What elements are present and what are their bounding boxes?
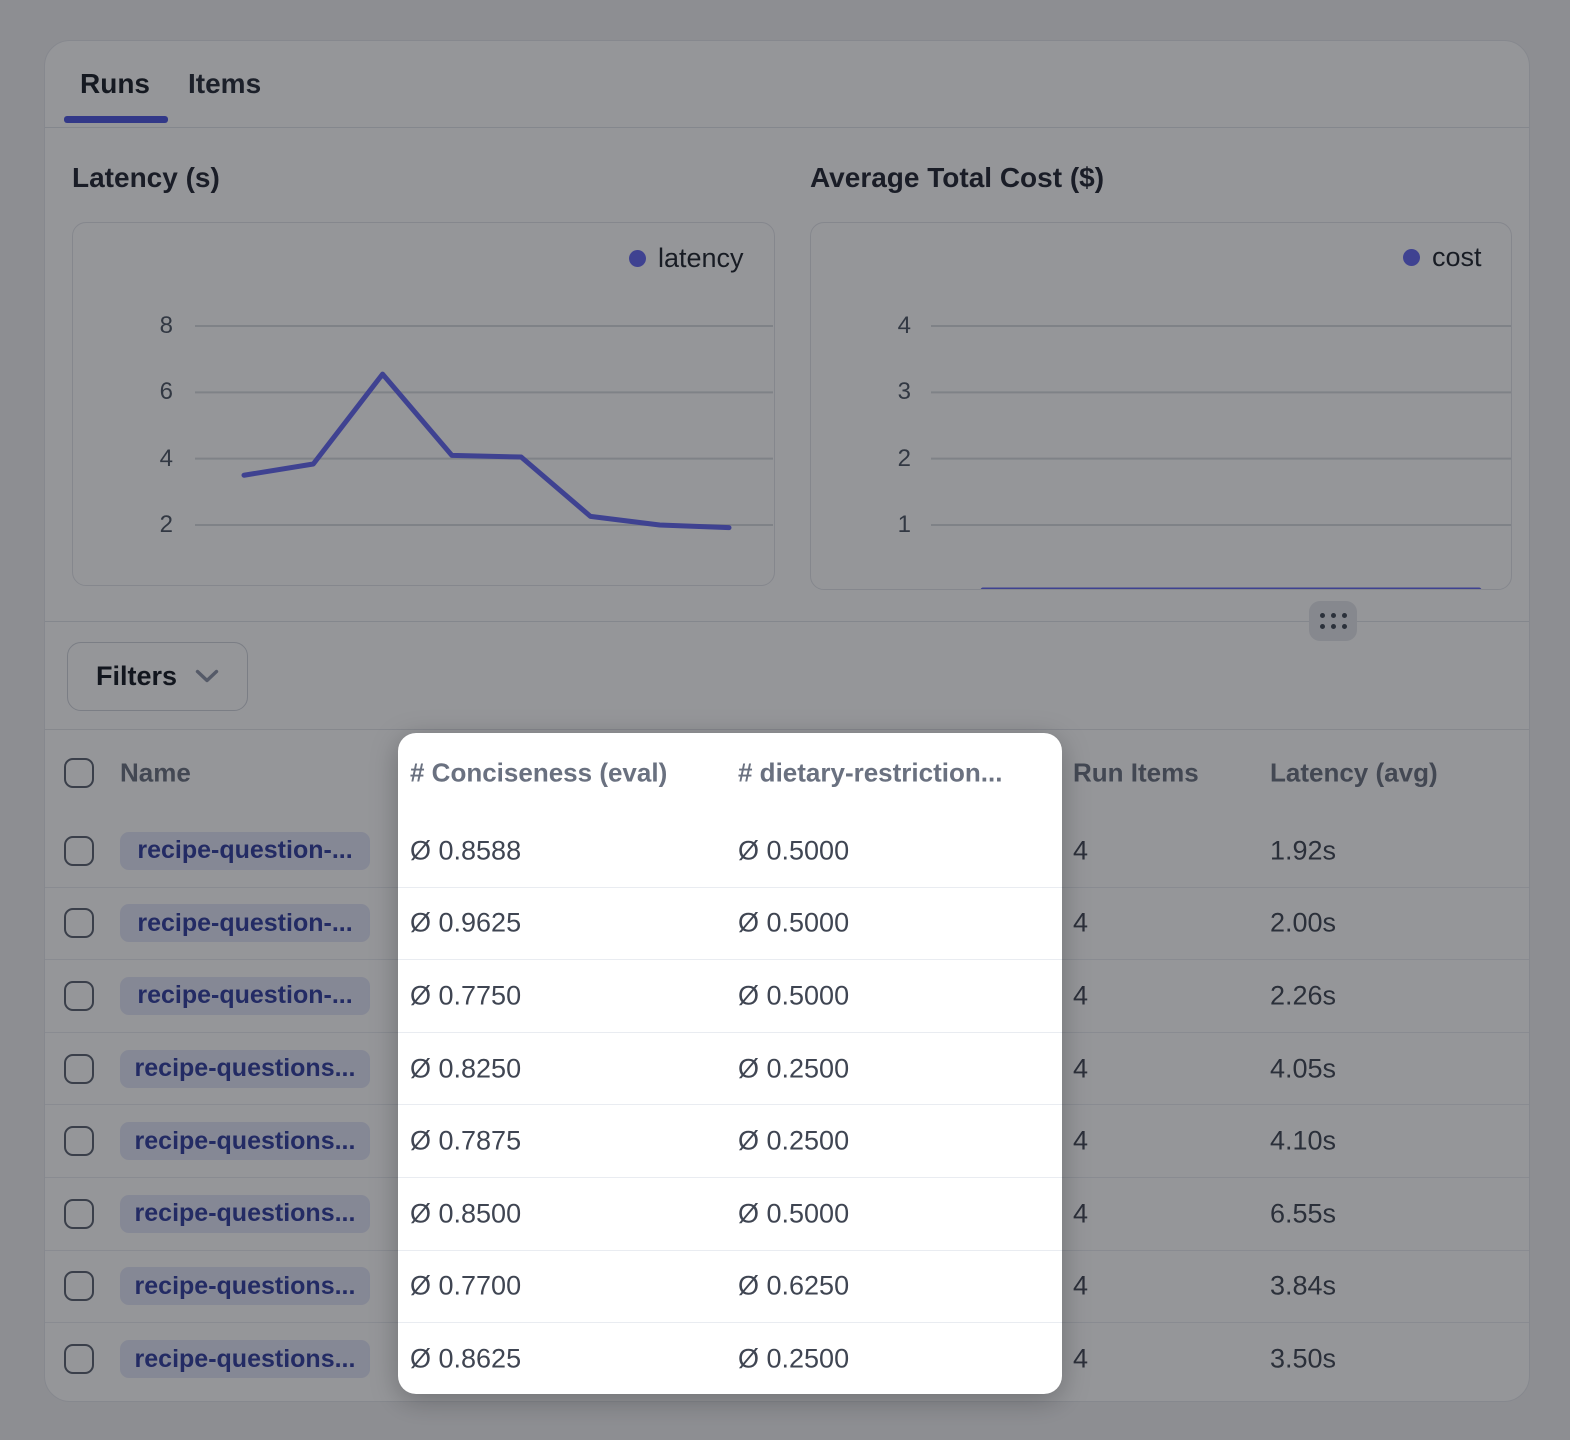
latency-value: 4.10s xyxy=(1270,1126,1336,1157)
filters-button-label: Filters xyxy=(96,661,177,692)
latency-value: 1.92s xyxy=(1270,835,1336,866)
run-items-value: 4 xyxy=(1073,835,1088,866)
run-name-badge[interactable]: recipe-questions... xyxy=(120,1195,370,1233)
run-name-badge[interactable]: recipe-questions... xyxy=(120,1050,370,1088)
table-row[interactable]: recipe-question-... Ø 0.9625 Ø 0.5000 4 … xyxy=(45,888,1529,961)
select-all-checkbox[interactable] xyxy=(64,758,94,788)
conciseness-value: Ø 0.8500 xyxy=(410,1198,521,1229)
conciseness-value: Ø 0.8625 xyxy=(410,1344,521,1375)
run-items-value: 4 xyxy=(1073,1198,1088,1229)
conciseness-value: Ø 0.8588 xyxy=(410,835,521,866)
panel-divider xyxy=(45,621,1529,622)
drag-handle[interactable] xyxy=(1309,601,1357,641)
table-row[interactable]: recipe-questions... Ø 0.8250 Ø 0.2500 4 … xyxy=(45,1033,1529,1106)
drag-dots-icon xyxy=(1320,613,1347,629)
row-checkbox[interactable] xyxy=(64,908,94,938)
run-items-value: 4 xyxy=(1073,1271,1088,1302)
row-checkbox[interactable] xyxy=(64,1126,94,1156)
dietary-value: Ø 0.5000 xyxy=(738,980,849,1011)
table-row[interactable]: recipe-questions... Ø 0.7875 Ø 0.2500 4 … xyxy=(45,1105,1529,1178)
cost-chart-title: Average Total Cost ($) xyxy=(810,162,1104,194)
dietary-value: Ø 0.2500 xyxy=(738,1126,849,1157)
latency-chart-title: Latency (s) xyxy=(72,162,220,194)
run-name-badge[interactable]: recipe-question-... xyxy=(120,977,370,1015)
tabbar-divider xyxy=(45,127,1529,128)
table-row[interactable]: recipe-question-... Ø 0.8588 Ø 0.5000 4 … xyxy=(45,815,1529,888)
conciseness-value: Ø 0.7875 xyxy=(410,1126,521,1157)
line-chart-canvas xyxy=(73,223,775,586)
latency-value: 3.84s xyxy=(1270,1271,1336,1302)
cost-chart: cost 1234 xyxy=(810,222,1512,590)
latency-value: 4.05s xyxy=(1270,1053,1336,1084)
chevron-down-icon xyxy=(195,669,219,684)
run-name-badge[interactable]: recipe-questions... xyxy=(120,1122,370,1160)
run-name-badge[interactable]: recipe-questions... xyxy=(120,1267,370,1305)
tab-runs[interactable]: Runs xyxy=(80,68,150,100)
dietary-value: Ø 0.5000 xyxy=(738,1198,849,1229)
conciseness-value: Ø 0.7750 xyxy=(410,980,521,1011)
row-checkbox[interactable] xyxy=(64,1054,94,1084)
latency-value: 2.00s xyxy=(1270,908,1336,939)
run-items-value: 4 xyxy=(1073,1126,1088,1157)
conciseness-value: Ø 0.7700 xyxy=(410,1271,521,1302)
run-items-value: 4 xyxy=(1073,908,1088,939)
column-header-latency-avg[interactable]: Latency (avg) xyxy=(1270,757,1438,788)
table-row[interactable]: recipe-questions... Ø 0.7700 Ø 0.6250 4 … xyxy=(45,1251,1529,1324)
dietary-value: Ø 0.5000 xyxy=(738,835,849,866)
column-header-conciseness[interactable]: # Conciseness (eval) xyxy=(410,757,667,788)
run-name-badge[interactable]: recipe-question-... xyxy=(120,904,370,942)
dietary-value: Ø 0.5000 xyxy=(738,908,849,939)
table-row[interactable]: recipe-question-... Ø 0.7750 Ø 0.5000 4 … xyxy=(45,960,1529,1033)
latency-chart: latency 2468 xyxy=(72,222,775,586)
table-body: recipe-question-... Ø 0.8588 Ø 0.5000 4 … xyxy=(45,815,1529,1396)
conciseness-value: Ø 0.8250 xyxy=(410,1053,521,1084)
column-header-name[interactable]: Name xyxy=(120,757,191,788)
column-header-dietary-restriction[interactable]: # dietary-restriction... xyxy=(738,757,1002,788)
table-header: Name # Conciseness (eval) # dietary-rest… xyxy=(45,730,1529,815)
table-row[interactable]: recipe-questions... Ø 0.8625 Ø 0.2500 4 … xyxy=(45,1323,1529,1396)
row-checkbox[interactable] xyxy=(64,981,94,1011)
latency-value: 6.55s xyxy=(1270,1198,1336,1229)
filters-button[interactable]: Filters xyxy=(67,642,248,711)
tab-items[interactable]: Items xyxy=(188,68,261,100)
latency-line-series xyxy=(244,374,729,528)
active-tab-indicator xyxy=(64,116,168,123)
tab-bar: Runs Items xyxy=(80,68,261,100)
run-items-value: 4 xyxy=(1073,1344,1088,1375)
row-checkbox[interactable] xyxy=(64,836,94,866)
run-name-badge[interactable]: recipe-question-... xyxy=(120,832,370,870)
latency-value: 3.50s xyxy=(1270,1344,1336,1375)
dietary-value: Ø 0.2500 xyxy=(738,1053,849,1084)
row-checkbox[interactable] xyxy=(64,1344,94,1374)
conciseness-value: Ø 0.9625 xyxy=(410,908,521,939)
row-checkbox[interactable] xyxy=(64,1271,94,1301)
row-checkbox[interactable] xyxy=(64,1199,94,1229)
run-items-value: 4 xyxy=(1073,1053,1088,1084)
latency-value: 2.26s xyxy=(1270,980,1336,1011)
dietary-value: Ø 0.2500 xyxy=(738,1344,849,1375)
dietary-value: Ø 0.6250 xyxy=(738,1271,849,1302)
table-row[interactable]: recipe-questions... Ø 0.8500 Ø 0.5000 4 … xyxy=(45,1178,1529,1251)
line-chart-canvas xyxy=(811,223,1512,590)
run-name-badge[interactable]: recipe-questions... xyxy=(120,1340,370,1378)
column-header-run-items[interactable]: Run Items xyxy=(1073,757,1199,788)
run-items-value: 4 xyxy=(1073,980,1088,1011)
